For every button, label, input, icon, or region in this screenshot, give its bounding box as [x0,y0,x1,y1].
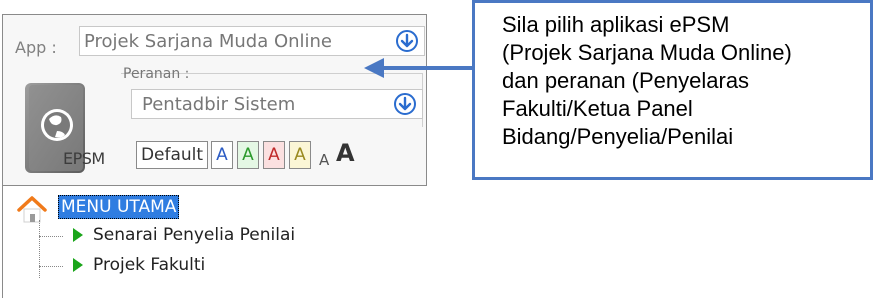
font-larger-button[interactable]: A [336,139,355,167]
green-theme-button[interactable]: A [237,141,259,169]
role-select[interactable]: Pentadbir Sistem [131,89,423,119]
tree-connector [39,236,63,237]
role-select-value: Pentadbir Sistem [142,94,296,115]
default-theme-button[interactable]: Default [136,141,208,169]
tree-item-label: Senarai Penyelia Penilai [93,225,296,245]
role-label: Peranan : [123,66,190,82]
tree-connector [39,220,40,278]
app-label: App : [15,38,57,57]
epsm-logo: EPSM [21,79,117,179]
callout-text: Sila pilih aplikasi ePSM (Projek Sarjana… [502,12,792,149]
play-arrow-icon [73,258,83,272]
red-theme-button[interactable]: A [263,141,285,169]
tree-root-menu-utama[interactable]: MENU UTAMA [58,195,180,219]
play-arrow-icon [73,228,83,242]
yellow-theme-button[interactable]: A [289,141,311,169]
font-smaller-button[interactable]: A [319,151,329,169]
tree-connector [39,266,63,267]
app-selector-row: App : Projek Sarjana Muda Online [13,25,425,59]
chevron-down-icon[interactable] [394,93,416,115]
blue-theme-button[interactable]: A [211,141,233,169]
tree-item-projek-fakulti[interactable]: Projek Fakulti [73,255,205,275]
home-icon [17,196,47,223]
chevron-down-icon[interactable] [396,30,418,52]
logo-text: EPSM [63,149,105,168]
app-select-value: Projek Sarjana Muda Online [84,31,333,52]
tree-item-senarai-penyelia-penilai[interactable]: Senarai Penyelia Penilai [73,225,295,245]
instruction-callout: Sila pilih aplikasi ePSM (Projek Sarjana… [472,0,873,180]
main-menu-tree: MENU UTAMA Senarai Penyelia Penilai Proj… [3,185,427,300]
app-panel: App : Projek Sarjana Muda Online EPSM Pe… [2,14,427,300]
app-select[interactable]: Projek Sarjana Muda Online [79,26,425,56]
tree-item-label: Projek Fakulti [93,255,206,275]
